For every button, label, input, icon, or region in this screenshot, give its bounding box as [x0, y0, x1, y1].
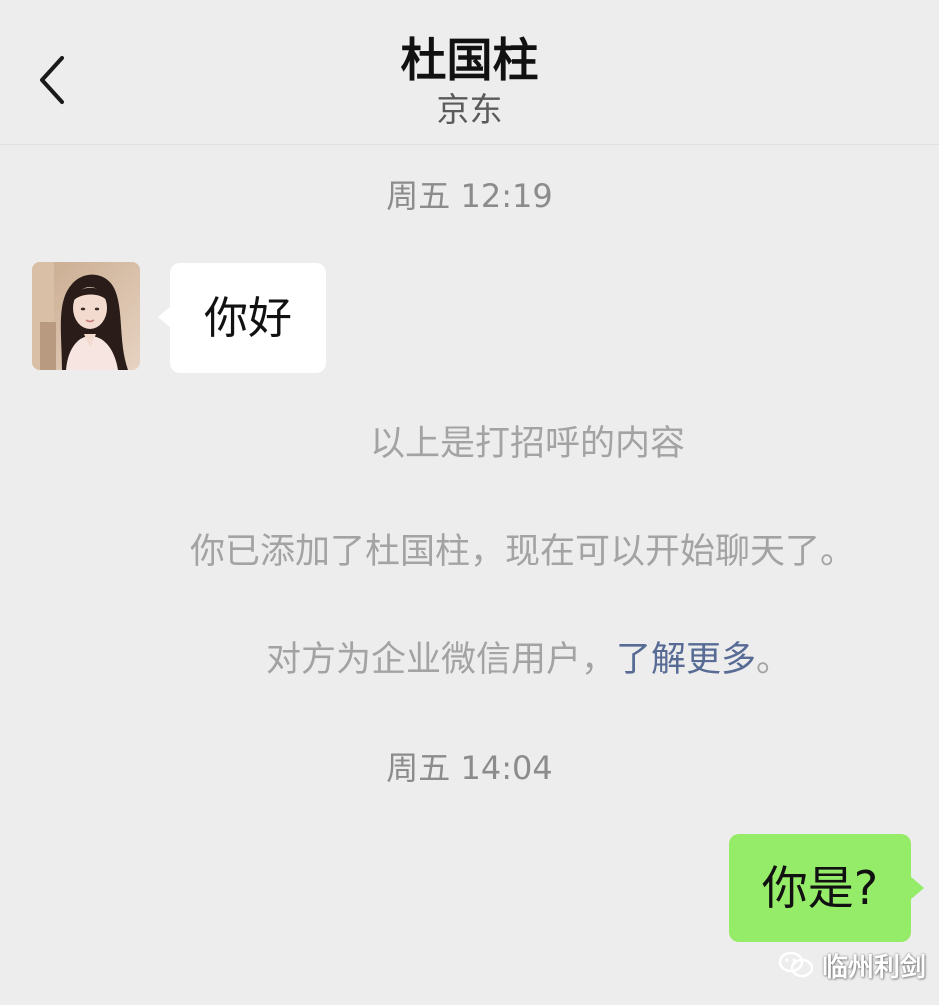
incoming-message-bubble[interactable]: 你好: [158, 263, 326, 373]
wechat-icon: [778, 951, 814, 978]
system-notice-enterprise-text: 对方为企业微信用户，: [266, 640, 617, 680]
avatar[interactable]: [32, 262, 140, 370]
watermark-text: 临州利剑: [822, 952, 927, 983]
chat-header: 杜国柱 京东: [0, 0, 939, 145]
outgoing-message-bubble[interactable]: 你是?: [729, 834, 924, 942]
system-notice-enterprise-period: 。: [756, 640, 792, 680]
contact-name[interactable]: 杜国柱: [0, 32, 939, 88]
learn-more-link[interactable]: 了解更多: [616, 640, 756, 680]
timestamp: 周五 14:04: [386, 749, 553, 787]
outgoing-message-text: 你是?: [761, 861, 879, 915]
system-notice-greeting: 以上是打招呼的内容: [370, 424, 686, 464]
timestamp: 周五 12:19: [386, 177, 553, 215]
system-notice-enterprise: 对方为企业微信用户，了解更多。: [0, 638, 939, 682]
profile-photo: [32, 262, 140, 370]
incoming-message-text: 你好: [204, 293, 292, 344]
system-notice-added: 你已添加了杜国柱，现在可以开始聊天了。: [190, 532, 856, 572]
contact-company: 京东: [436, 90, 503, 129]
watermark: 临州利剑: [778, 945, 926, 985]
